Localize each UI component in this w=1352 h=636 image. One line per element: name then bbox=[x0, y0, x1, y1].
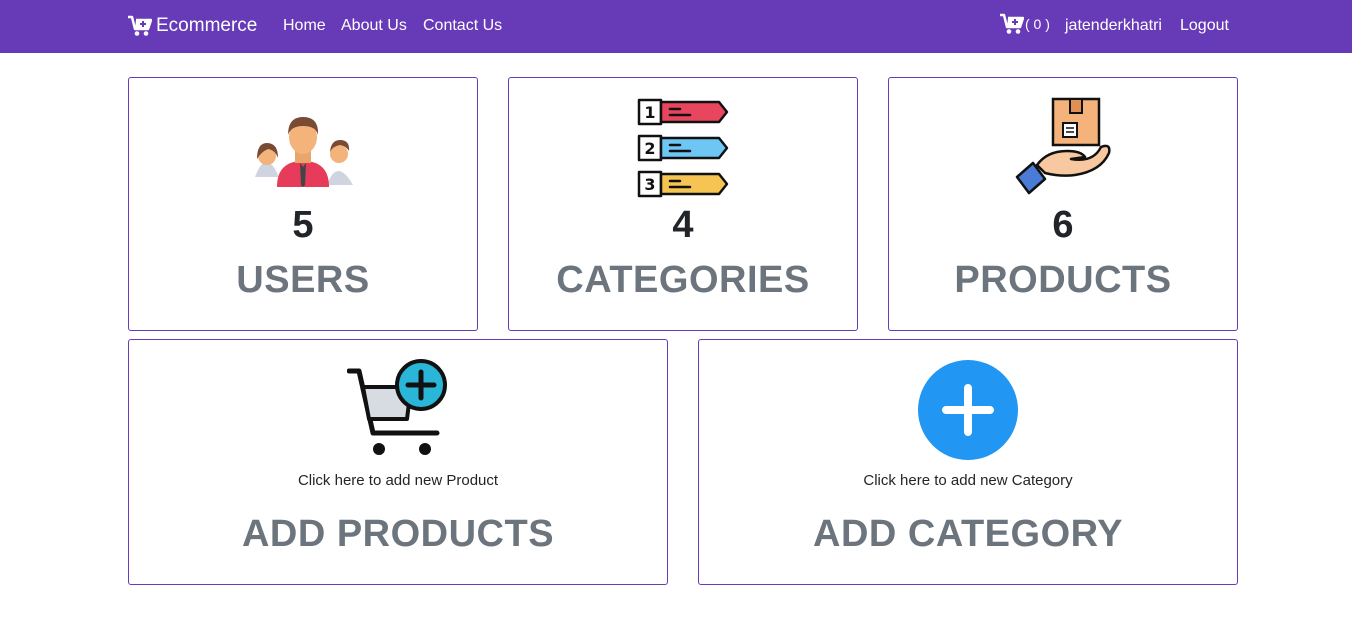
cart-plus-icon bbox=[128, 15, 152, 36]
brand-text: Ecommerce bbox=[156, 15, 258, 36]
cart-plus-icon bbox=[347, 359, 447, 455]
add-category-hint: Click here to add new Category bbox=[863, 472, 1073, 489]
add-category-card[interactable]: Click here to add new Category ADD CATEG… bbox=[698, 339, 1238, 585]
users-card[interactable]: 5 USERS bbox=[128, 77, 478, 331]
categories-count: 4 bbox=[672, 204, 694, 246]
username-link[interactable]: jatenderkhatri bbox=[1065, 16, 1162, 36]
products-count: 6 bbox=[1052, 204, 1074, 246]
users-count: 5 bbox=[292, 204, 314, 246]
svg-text:1: 1 bbox=[644, 103, 655, 122]
users-title: USERS bbox=[236, 259, 370, 301]
add-category-title: ADD CATEGORY bbox=[813, 513, 1123, 555]
svg-text:2: 2 bbox=[644, 139, 655, 158]
nav-home[interactable]: Home bbox=[283, 16, 326, 36]
navbar: Ecommerce Home About Us Contact Us ( 0 )… bbox=[0, 0, 1352, 53]
product-box-hand-icon bbox=[1015, 97, 1111, 195]
categories-list-icon: 1 2 3 bbox=[637, 98, 729, 198]
cart-count: ( 0 ) bbox=[1025, 16, 1050, 32]
categories-card[interactable]: 1 2 3 4 CATEGORIES bbox=[508, 77, 858, 331]
products-card[interactable]: 6 PRODUCTS bbox=[888, 77, 1238, 331]
add-product-card[interactable]: Click here to add new Product ADD PRODUC… bbox=[128, 339, 668, 585]
cart-link[interactable]: ( 0 ) bbox=[1000, 13, 1050, 35]
nav-about[interactable]: About Us bbox=[341, 16, 407, 36]
cart-plus-icon bbox=[1000, 13, 1024, 34]
logout-link[interactable]: Logout bbox=[1180, 16, 1229, 36]
nav-contact[interactable]: Contact Us bbox=[423, 16, 502, 36]
users-icon bbox=[255, 117, 353, 187]
plus-circle-icon bbox=[918, 360, 1018, 460]
svg-text:3: 3 bbox=[644, 175, 655, 194]
products-title: PRODUCTS bbox=[954, 259, 1172, 301]
brand-link[interactable]: Ecommerce bbox=[128, 13, 257, 39]
add-product-title: ADD PRODUCTS bbox=[241, 513, 555, 555]
categories-title: CATEGORIES bbox=[556, 259, 810, 301]
add-product-hint: Click here to add new Product bbox=[297, 472, 499, 489]
